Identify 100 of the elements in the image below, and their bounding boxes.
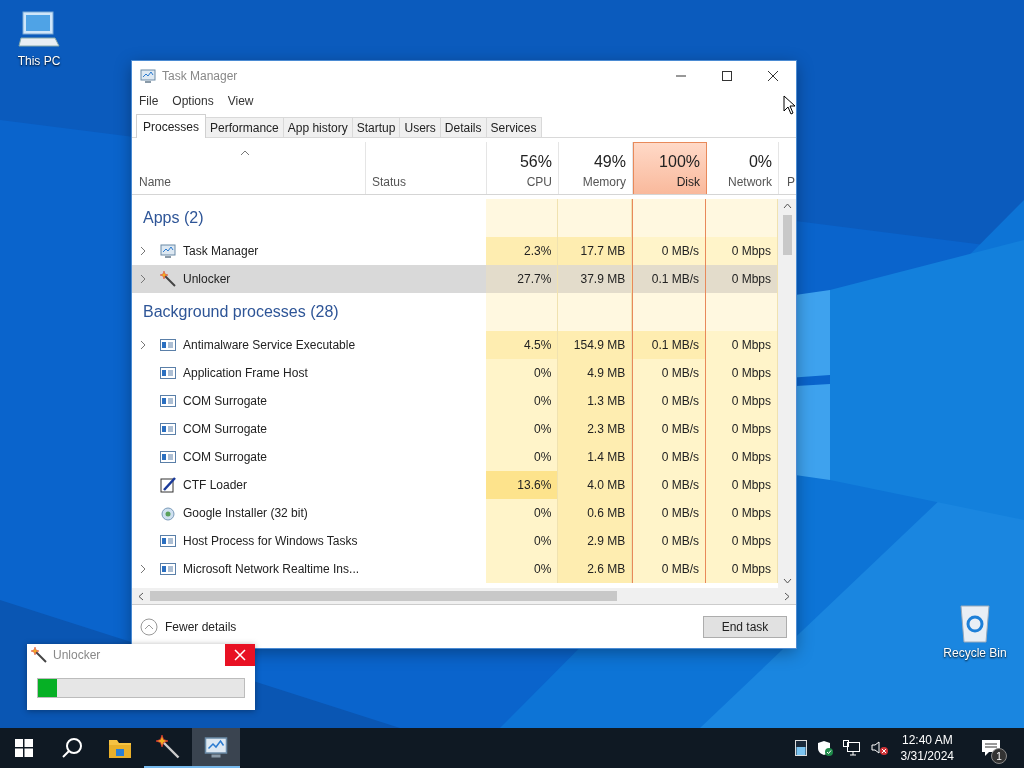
metric-cell: 0% <box>486 555 559 583</box>
tab[interactable]: Details <box>439 117 487 137</box>
close-icon <box>767 70 779 82</box>
scroll-left-icon[interactable] <box>138 591 144 601</box>
process-name: COM Surrogate <box>183 422 268 436</box>
metric-cell: 0 MB/s <box>632 527 707 555</box>
process-row[interactable]: Application Frame Host 0% 4.9 MB 0 MB/s 0 Mbps <box>132 359 778 387</box>
column-header[interactable]: Name <box>139 175 171 189</box>
metric-cell: 0 Mbps <box>706 265 778 293</box>
metric-cell: 0% <box>486 443 559 471</box>
metric-cell: 4.0 MB <box>558 471 633 499</box>
metric-cell: 0 Mbps <box>706 359 778 387</box>
monitor-icon <box>160 243 176 259</box>
process-row[interactable]: Host Process for Windows Tasks 0% 2.9 MB 0 MB/s 0 Mbps <box>132 527 778 555</box>
window-title: Task Manager <box>162 69 239 83</box>
end-task-button[interactable]: End task <box>703 615 787 638</box>
process-name: COM Surrogate <box>183 394 268 408</box>
metric-cell: 2.3 MB <box>558 415 633 443</box>
metric-cell: 37.9 MB <box>558 265 633 293</box>
process-row[interactable]: Microsoft Network Realtime Ins... 0% 2.6 MB 0 MB/s 0 Mbps <box>132 555 778 583</box>
search-icon <box>61 737 83 759</box>
pen-notepad-icon <box>160 477 176 493</box>
column-header[interactable]: 100% Disk <box>633 142 707 194</box>
metric-cell: 0 Mbps <box>706 387 778 415</box>
windows-logo-icon <box>15 739 33 757</box>
monitor-icon <box>204 735 228 759</box>
metric-cell: 1.4 MB <box>558 443 633 471</box>
scroll-right-icon[interactable] <box>784 591 790 601</box>
tab[interactable]: Performance <box>205 117 284 137</box>
metric-cell: 0 MB/s <box>632 359 707 387</box>
metric-cell: 0 MB/s <box>632 471 707 499</box>
magic-wand-icon <box>160 271 176 287</box>
metric-cell: 0 Mbps <box>706 471 778 499</box>
expand-chevron-icon[interactable] <box>140 340 146 350</box>
tab[interactable]: App history <box>282 117 353 137</box>
process-row[interactable]: Task Manager 2.3% 17.7 MB 0 MB/s 0 Mbps <box>132 237 778 265</box>
menu-item[interactable]: View <box>227 94 254 108</box>
column-header[interactable]: Status <box>372 175 407 189</box>
scroll-up-icon[interactable] <box>782 203 792 209</box>
shield-icon[interactable] <box>816 740 833 756</box>
fewer-details-link[interactable]: Fewer details <box>140 617 237 636</box>
metric-cell: 154.9 MB <box>558 331 633 359</box>
service-window-icon <box>160 561 176 577</box>
process-row[interactable]: COM Surrogate 0% 2.3 MB 0 MB/s 0 Mbps <box>132 415 778 443</box>
metric-cell: 27.7% <box>486 265 559 293</box>
window-title: Unlocker <box>53 648 102 662</box>
tab[interactable]: Users <box>399 117 441 137</box>
vertical-scrollbar[interactable] <box>778 199 796 588</box>
process-name: Task Manager <box>183 244 259 258</box>
magic-wand-icon <box>156 735 180 759</box>
service-window-icon <box>160 365 176 381</box>
battery-icon[interactable] <box>794 740 807 756</box>
process-row[interactable]: COM Surrogate 0% 1.4 MB 0 MB/s 0 Mbps <box>132 443 778 471</box>
expand-chevron-icon[interactable] <box>140 246 146 256</box>
expand-chevron-icon[interactable] <box>140 564 146 574</box>
horizontal-scrollbar[interactable] <box>132 588 796 605</box>
desktop-icon-label[interactable]: This PC <box>17 54 61 68</box>
service-window-icon <box>160 533 176 549</box>
column-header[interactable]: 0% Network <box>707 142 779 194</box>
metric-cell: 0 MB/s <box>632 415 707 443</box>
process-name: Antimalware Service Executable <box>183 338 356 352</box>
menu-item[interactable]: Options <box>172 94 214 108</box>
metric-cell: 0.1 MB/s <box>632 331 707 359</box>
maximize-icon <box>721 70 733 82</box>
desktop-icon-label[interactable]: Recycle Bin <box>943 646 1007 660</box>
process-row[interactable]: Antimalware Service Executable 4.5% 154.9 MB 0.1 MB/s 0 Mbps <box>132 331 778 359</box>
expand-chevron-icon[interactable] <box>140 274 146 284</box>
metric-cell: 0 Mbps <box>706 443 778 471</box>
notification-button[interactable]: 1 <box>974 728 1008 768</box>
service-window-icon <box>160 337 176 353</box>
speaker-muted-icon[interactable] <box>870 740 889 756</box>
close-button[interactable] <box>225 644 255 666</box>
metric-cell: 0 Mbps <box>706 331 778 359</box>
metric-cell: 0% <box>486 359 559 387</box>
process-name: COM Surrogate <box>183 450 268 464</box>
process-name: Unlocker <box>183 272 231 286</box>
scroll-down-icon[interactable] <box>782 578 792 584</box>
tab[interactable]: Services <box>485 117 542 137</box>
process-row[interactable]: COM Surrogate 0% 1.3 MB 0 MB/s 0 Mbps <box>132 387 778 415</box>
process-row[interactable]: Unlocker 27.7% 37.9 MB 0.1 MB/s 0 Mbps <box>132 265 778 293</box>
service-window-icon <box>160 421 176 437</box>
process-row[interactable]: Google Installer (32 bit) 0% 0.6 MB 0 MB/s 0 Mbps <box>132 499 778 527</box>
clock[interactable]: 12:40 AM 3/31/2024 <box>900 732 954 764</box>
tab[interactable]: Startup <box>351 117 401 137</box>
metric-cell: 2.6 MB <box>558 555 633 583</box>
collapse-chevron-icon <box>140 617 158 636</box>
metric-cell: 0 MB/s <box>632 499 707 527</box>
service-window-icon <box>160 449 176 465</box>
taskbar-app-button[interactable] <box>192 728 240 768</box>
scrollbar-thumb[interactable] <box>782 215 792 255</box>
tab[interactable]: Processes <box>136 114 207 138</box>
metric-cell: 0.6 MB <box>558 499 633 527</box>
group-heading: Apps (2) <box>143 209 204 227</box>
network-icon[interactable] <box>842 740 861 756</box>
menu-item[interactable]: File <box>139 94 159 108</box>
column-header[interactable]: 56% CPU <box>487 142 559 194</box>
column-header[interactable]: P <box>787 175 795 189</box>
process-row[interactable]: CTF Loader 13.6% 4.0 MB 0 MB/s 0 Mbps <box>132 471 778 499</box>
scrollbar-thumb[interactable] <box>150 591 617 601</box>
metric-cell: 4.5% <box>486 331 559 359</box>
